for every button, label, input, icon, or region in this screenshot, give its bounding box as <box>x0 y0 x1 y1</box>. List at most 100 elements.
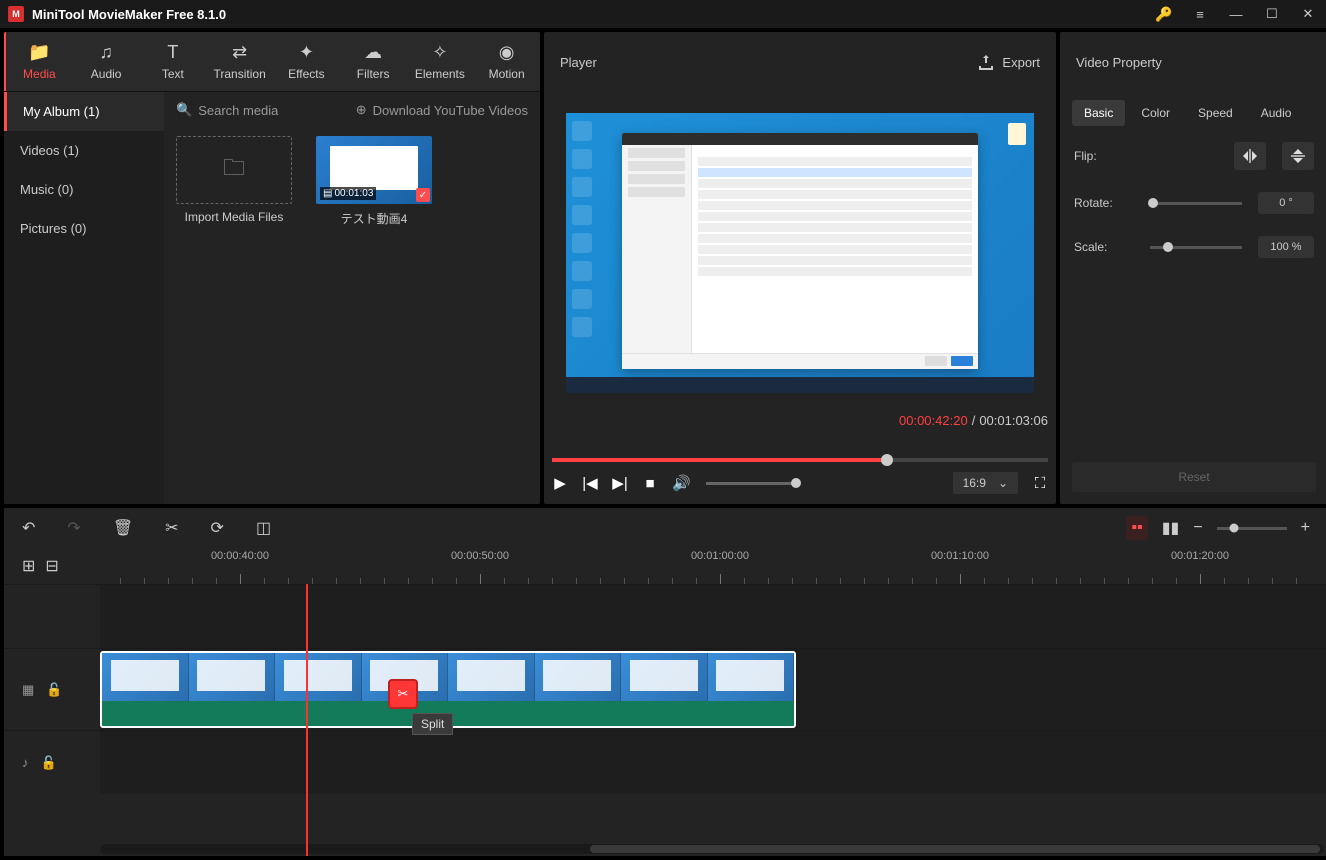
download-icon: ⊕ <box>356 102 367 118</box>
folder-icon: 📁 <box>28 42 50 63</box>
tab-media-label: Media <box>23 67 56 81</box>
export-label: Export <box>1002 55 1040 70</box>
export-button[interactable]: Export <box>978 54 1040 70</box>
import-media-button[interactable]: 🗀 Import Media Files <box>176 136 292 224</box>
search-icon: 🔍 <box>176 102 192 118</box>
download-youtube-button[interactable]: ⊕ Download YouTube Videos <box>356 102 528 118</box>
split-button[interactable]: ✂ <box>165 518 178 538</box>
video-track[interactable]: ▦ 🔓 ✂ Split <box>4 648 1326 730</box>
tab-filters-label: Filters <box>357 67 390 81</box>
search-input[interactable]: 🔍 Search media <box>176 102 348 118</box>
tab-elements[interactable]: ✧ Elements <box>407 32 474 91</box>
prop-tab-audio[interactable]: Audio <box>1249 100 1304 126</box>
speed-button[interactable]: ⟳ <box>211 518 224 538</box>
volume-slider[interactable] <box>706 482 796 485</box>
zoom-out-button[interactable]: − <box>1193 519 1202 537</box>
tab-transition-label: Transition <box>214 67 266 81</box>
maximize-icon[interactable]: ☐ <box>1262 6 1282 22</box>
prop-tab-basic[interactable]: Basic <box>1072 100 1125 126</box>
media-clip-item[interactable]: ▤00:01:03 ✓ テスト動画4 <box>316 136 432 227</box>
tab-filters[interactable]: ☁ Filters <box>340 32 407 91</box>
menu-icon[interactable]: ≡ <box>1190 7 1210 22</box>
app-title: MiniTool MovieMaker Free 8.1.0 <box>32 7 1154 22</box>
ruler-label: 00:01:00:00 <box>691 550 749 562</box>
tab-transition[interactable]: ⇄ Transition <box>206 32 273 91</box>
ruler-label: 00:01:10:00 <box>931 550 989 562</box>
close-icon[interactable]: ✕ <box>1298 6 1318 22</box>
tab-text[interactable]: T Text <box>140 32 207 91</box>
zoom-slider[interactable] <box>1217 527 1287 530</box>
tab-audio[interactable]: ♫ Audio <box>73 32 140 91</box>
tab-media[interactable]: 📁 Media <box>4 32 73 91</box>
import-label: Import Media Files <box>185 210 284 224</box>
elements-icon: ✧ <box>432 42 447 63</box>
top-tabs: 📁 Media ♫ Audio T Text ⇄ Transition ✦ Ef… <box>4 32 540 92</box>
property-title: Video Property <box>1060 32 1326 92</box>
key-icon[interactable]: 🔑 <box>1154 6 1174 23</box>
player-preview[interactable] <box>566 113 1034 393</box>
zoom-in-button[interactable]: + <box>1301 519 1310 537</box>
scale-value[interactable]: 100 % <box>1258 236 1314 258</box>
sidebar-item-pictures[interactable]: Pictures (0) <box>4 209 164 248</box>
timeline-ruler[interactable]: 00:00:40:00 00:00:50:00 00:01:00:00 00:01:1… <box>100 548 1326 584</box>
titlebar: M MiniTool MovieMaker Free 8.1.0 🔑 ≡ — ☐… <box>0 0 1326 28</box>
film-icon: ▤ <box>323 188 332 199</box>
snap-button[interactable]: ▮▮ <box>1162 518 1180 538</box>
current-time: 00:00:42:20 <box>899 413 968 428</box>
minimize-icon[interactable]: — <box>1226 7 1246 22</box>
rotate-slider[interactable] <box>1150 202 1242 205</box>
volume-icon[interactable]: 🔊 <box>672 474 688 492</box>
property-panel: ▸ Video Property Basic Color Speed Audio… <box>1060 32 1326 504</box>
scale-slider[interactable] <box>1150 246 1242 249</box>
motion-icon: ◉ <box>499 42 515 63</box>
tab-elements-label: Elements <box>415 67 465 81</box>
delete-button[interactable]: 🗑 <box>113 518 133 538</box>
crop-button[interactable]: ◫ <box>256 518 271 538</box>
check-icon: ✓ <box>416 188 430 202</box>
play-button[interactable]: ▶ <box>552 474 568 492</box>
tab-motion[interactable]: ◉ Motion <box>473 32 540 91</box>
flip-vertical-button[interactable] <box>1282 142 1314 170</box>
redo-button[interactable]: ↷ <box>67 518 80 538</box>
timeline-scrollbar[interactable] <box>100 844 1324 854</box>
undo-button[interactable]: ↶ <box>22 518 35 538</box>
player-title: Player <box>560 55 597 70</box>
sidebar-item-myalbum[interactable]: My Album (1) <box>4 92 164 131</box>
audio-track[interactable]: ♪ 🔓 <box>4 730 1326 794</box>
total-time: 00:01:03:06 <box>979 413 1048 428</box>
sidebar-item-music[interactable]: Music (0) <box>4 170 164 209</box>
split-tooltip: Split <box>412 713 453 735</box>
prop-tab-color[interactable]: Color <box>1129 100 1182 126</box>
fullscreen-button[interactable]: ⛶ <box>1032 475 1048 492</box>
lock-icon[interactable]: 🔓 <box>41 755 57 771</box>
prev-frame-button[interactable]: |◀ <box>582 474 598 492</box>
music-icon: ♫ <box>99 42 113 63</box>
tab-effects[interactable]: ✦ Effects <box>273 32 340 91</box>
ruler-label: 00:00:40:00 <box>211 550 269 562</box>
sidebar-item-videos[interactable]: Videos (1) <box>4 131 164 170</box>
tab-text-label: Text <box>162 67 184 81</box>
chevron-down-icon: ⌄ <box>998 476 1008 490</box>
timeline-panel: ↶ ↷ 🗑 ✂ ⟳ ◫ ▪▪ ▮▮ − + ⊞ ⊟ 00:00:40:0000:… <box>4 508 1326 856</box>
magnet-button[interactable]: ▪▪ <box>1126 516 1147 540</box>
rotate-value[interactable]: 0 ° <box>1258 192 1314 214</box>
reset-button[interactable]: Reset <box>1072 462 1316 492</box>
media-sidebar: My Album (1) Videos (1) Music (0) Pictur… <box>4 92 164 504</box>
folder-open-icon: 🗀 <box>223 151 245 189</box>
ruler-label: 00:00:50:00 <box>451 550 509 562</box>
prop-tab-speed[interactable]: Speed <box>1186 100 1245 126</box>
app-logo: M <box>8 6 24 22</box>
media-panel: 📁 Media ♫ Audio T Text ⇄ Transition ✦ Ef… <box>4 32 540 504</box>
aspect-ratio-select[interactable]: 16:9 ⌄ <box>953 472 1018 494</box>
transition-icon: ⇄ <box>232 42 247 63</box>
seek-bar[interactable] <box>552 458 1048 462</box>
flip-horizontal-button[interactable] <box>1234 142 1266 170</box>
stop-button[interactable]: ■ <box>642 475 658 492</box>
add-track-button[interactable]: ⊞ <box>22 556 35 576</box>
filters-icon: ☁ <box>364 42 382 63</box>
lock-icon[interactable]: 🔓 <box>46 682 62 698</box>
next-frame-button[interactable]: ▶| <box>612 474 628 492</box>
split-clip-button[interactable]: ✂ <box>388 679 418 709</box>
clip-duration: 00:01:03 <box>334 188 373 199</box>
remove-track-button[interactable]: ⊟ <box>45 556 58 576</box>
